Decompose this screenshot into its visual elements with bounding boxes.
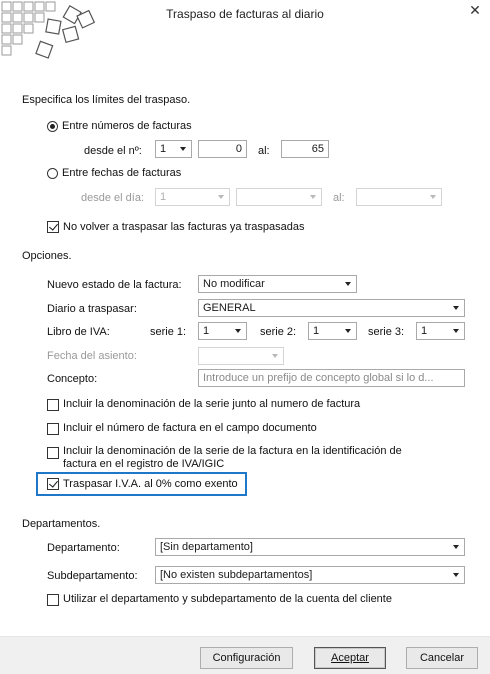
journal-select[interactable]: GENERAL xyxy=(198,299,465,317)
transfer-zero-vat-label: Traspasar I.V.A. al 0% como exento xyxy=(63,478,238,490)
chevron-down-icon xyxy=(453,306,459,310)
close-icon[interactable]: ✕ xyxy=(467,2,483,18)
limits-heading: Especifica los límites del traspaso. xyxy=(22,94,191,106)
include-series-name-label: Incluir la denominación de la serie junt… xyxy=(63,398,361,410)
chevron-down-icon xyxy=(310,195,316,199)
concept-label: Concepto: xyxy=(47,373,98,385)
concept-input[interactable]: Introduce un prefijo de concepto global … xyxy=(198,369,465,387)
chevron-down-icon xyxy=(453,545,459,549)
vat-book-label: Libro de IVA: xyxy=(47,326,110,338)
include-series-register-label-line2: factura en el registro de IVA/IGIC xyxy=(63,458,225,470)
include-series-register-label-line1: Incluir la denominación de la serie de l… xyxy=(63,445,402,457)
from-date-picker[interactable] xyxy=(236,188,322,206)
serie1-label: serie 1: xyxy=(150,326,187,338)
new-state-select[interactable]: No modificar xyxy=(198,275,357,293)
chevron-down-icon xyxy=(218,195,224,199)
entry-date-picker[interactable] xyxy=(198,347,284,365)
chevron-down-icon xyxy=(345,329,351,333)
configuration-button[interactable]: Configuración xyxy=(200,647,293,669)
subdepartment-label: Subdepartamento: xyxy=(47,570,138,582)
from-number-input[interactable]: 0 xyxy=(198,140,247,158)
use-client-dept-checkbox[interactable] xyxy=(47,594,59,606)
serie1-select[interactable]: 1 xyxy=(198,322,247,340)
skip-transferred-label: No volver a traspasar las facturas ya tr… xyxy=(63,221,305,233)
chevron-down-icon xyxy=(430,195,436,199)
entry-date-label: Fecha del asiento: xyxy=(47,350,137,362)
skip-transferred-checkbox[interactable] xyxy=(47,221,59,233)
use-client-dept-label: Utilizar el departamento y subdepartamen… xyxy=(63,593,392,605)
serie2-select[interactable]: 1 xyxy=(308,322,357,340)
chevron-down-icon xyxy=(272,354,278,358)
radio-by-dates[interactable] xyxy=(47,168,58,179)
to-number-input[interactable]: 65 xyxy=(281,140,329,158)
options-heading: Opciones. xyxy=(22,250,72,262)
include-series-name-checkbox[interactable] xyxy=(47,399,59,411)
subdepartment-select[interactable]: [No existen subdepartamentos] xyxy=(155,566,465,584)
chevron-down-icon xyxy=(180,147,186,151)
department-label: Departamento: xyxy=(47,542,120,554)
transfer-zero-vat-checkbox[interactable] xyxy=(47,478,59,490)
date-series-select[interactable]: 1 xyxy=(155,188,230,206)
radio-by-dates-label: Entre fechas de facturas xyxy=(62,167,182,179)
department-select[interactable]: [Sin departamento] xyxy=(155,538,465,556)
cancel-button[interactable]: Cancelar xyxy=(406,647,478,669)
chevron-down-icon xyxy=(453,573,459,577)
to-date-label: al: xyxy=(333,192,345,204)
to-number-label: al: xyxy=(258,145,270,157)
serie3-select[interactable]: 1 xyxy=(416,322,465,340)
to-date-picker[interactable] xyxy=(356,188,442,206)
number-series-select[interactable]: 1 xyxy=(155,140,192,158)
serie2-label: serie 2: xyxy=(260,326,297,338)
radio-by-numbers[interactable] xyxy=(47,121,58,132)
chevron-down-icon xyxy=(453,329,459,333)
new-state-label: Nuevo estado de la factura: xyxy=(47,279,182,291)
include-invoice-number-checkbox[interactable] xyxy=(47,423,59,435)
include-series-register-checkbox[interactable] xyxy=(47,447,59,459)
from-date-label: desde el día: xyxy=(81,192,144,204)
window-title: Traspaso de facturas al diario xyxy=(166,7,324,21)
accept-button[interactable]: Aceptar xyxy=(314,647,386,669)
departments-heading: Departamentos. xyxy=(22,518,101,530)
chevron-down-icon xyxy=(235,329,241,333)
radio-by-numbers-label: Entre números de facturas xyxy=(62,120,192,132)
include-invoice-number-label: Incluir el número de factura en el campo… xyxy=(63,422,317,434)
serie3-label: serie 3: xyxy=(368,326,405,338)
chevron-down-icon xyxy=(345,282,351,286)
from-number-label: desde el nº: xyxy=(84,145,142,157)
journal-label: Diario a traspasar: xyxy=(47,303,137,315)
